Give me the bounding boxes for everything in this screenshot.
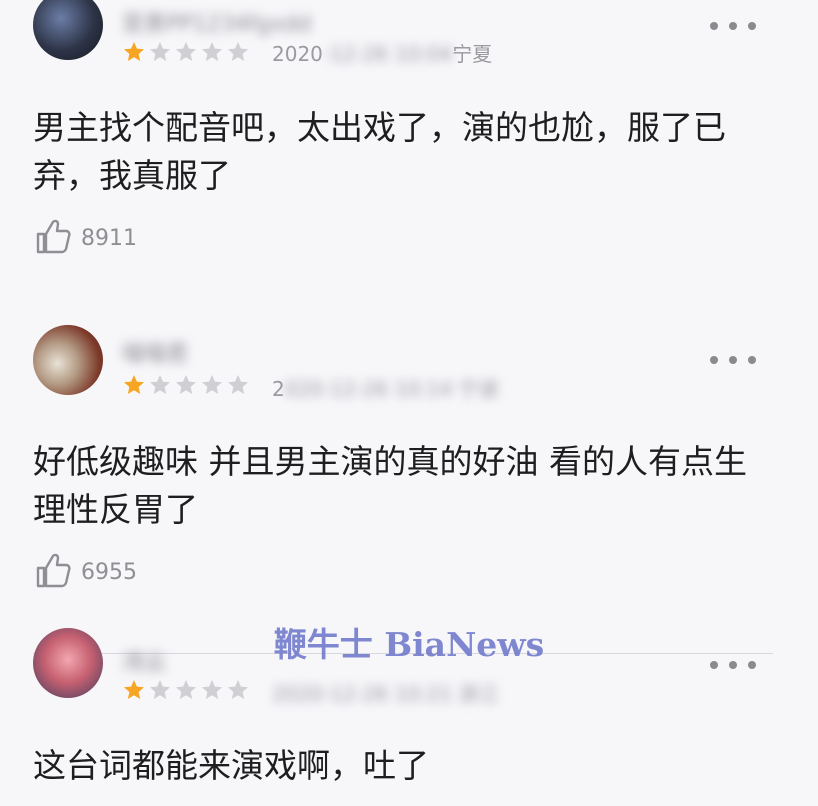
thumbs-up-icon — [33, 550, 73, 594]
username[interactable]: 喵喵君 — [122, 336, 188, 367]
star-empty-icon — [176, 42, 196, 61]
more-icon[interactable] — [710, 16, 756, 36]
star-rating — [122, 40, 250, 64]
star-empty-icon — [176, 680, 196, 699]
thumbs-up-icon — [33, 216, 73, 260]
comment-list: 昱景PP1234fgxdd 2020-12-26 10:04宁夏 男主找个配音吧… — [0, 0, 818, 806]
star-empty-icon — [202, 680, 222, 699]
star-filled-icon — [124, 42, 144, 61]
star-empty-icon — [202, 42, 222, 61]
watermark: 鞭牛士 BiaNews — [273, 625, 545, 664]
star-empty-icon — [150, 42, 170, 61]
comment-meta: 2020-12-26 10:14 宁波 — [272, 373, 499, 401]
star-filled-icon — [124, 375, 144, 394]
username[interactable]: 昱景PP1234fgxdd — [122, 6, 311, 37]
comment-meta: 2020-12-26 10:21 浙江 — [272, 678, 499, 706]
like-count: 8911 — [81, 225, 137, 251]
comment-text: 男主找个配音吧，太出戏了，演的也尬，服了已弃，我真服了 — [33, 108, 726, 195]
meta-date-visible: 2020 — [272, 42, 323, 66]
comment-text: 这台词都能来演戏啊，吐了 — [33, 746, 429, 785]
star-empty-icon — [176, 375, 196, 394]
star-rating — [122, 373, 250, 397]
like-count: 6955 — [81, 559, 137, 585]
meta-location: 宁夏 — [452, 42, 493, 66]
comment-meta: 2020-12-26 10:04宁夏 — [272, 38, 492, 66]
more-icon[interactable] — [710, 350, 756, 370]
like-button[interactable]: 6955 — [33, 552, 137, 592]
star-empty-icon — [228, 42, 248, 61]
star-filled-icon — [124, 680, 144, 699]
comment-text: 好低级趣味 并且男主演的真的好油 看的人有点生理性反胃了 — [33, 442, 747, 529]
meta-date-blurred: 2020-12-26 10:21 浙江 — [272, 682, 499, 706]
meta-date-visible: 2 — [272, 377, 285, 401]
like-button[interactable]: 8911 — [33, 218, 137, 258]
star-empty-icon — [150, 680, 170, 699]
star-empty-icon — [228, 375, 248, 394]
star-empty-icon — [150, 375, 170, 394]
star-empty-icon — [228, 680, 248, 699]
avatar[interactable] — [33, 0, 103, 60]
star-empty-icon — [202, 375, 222, 394]
meta-date-blurred: -12-26 10:04 — [322, 42, 453, 66]
avatar[interactable] — [33, 325, 103, 395]
star-rating — [122, 678, 250, 702]
meta-date-blurred: 020-12-26 10:14 宁波 — [284, 377, 499, 401]
